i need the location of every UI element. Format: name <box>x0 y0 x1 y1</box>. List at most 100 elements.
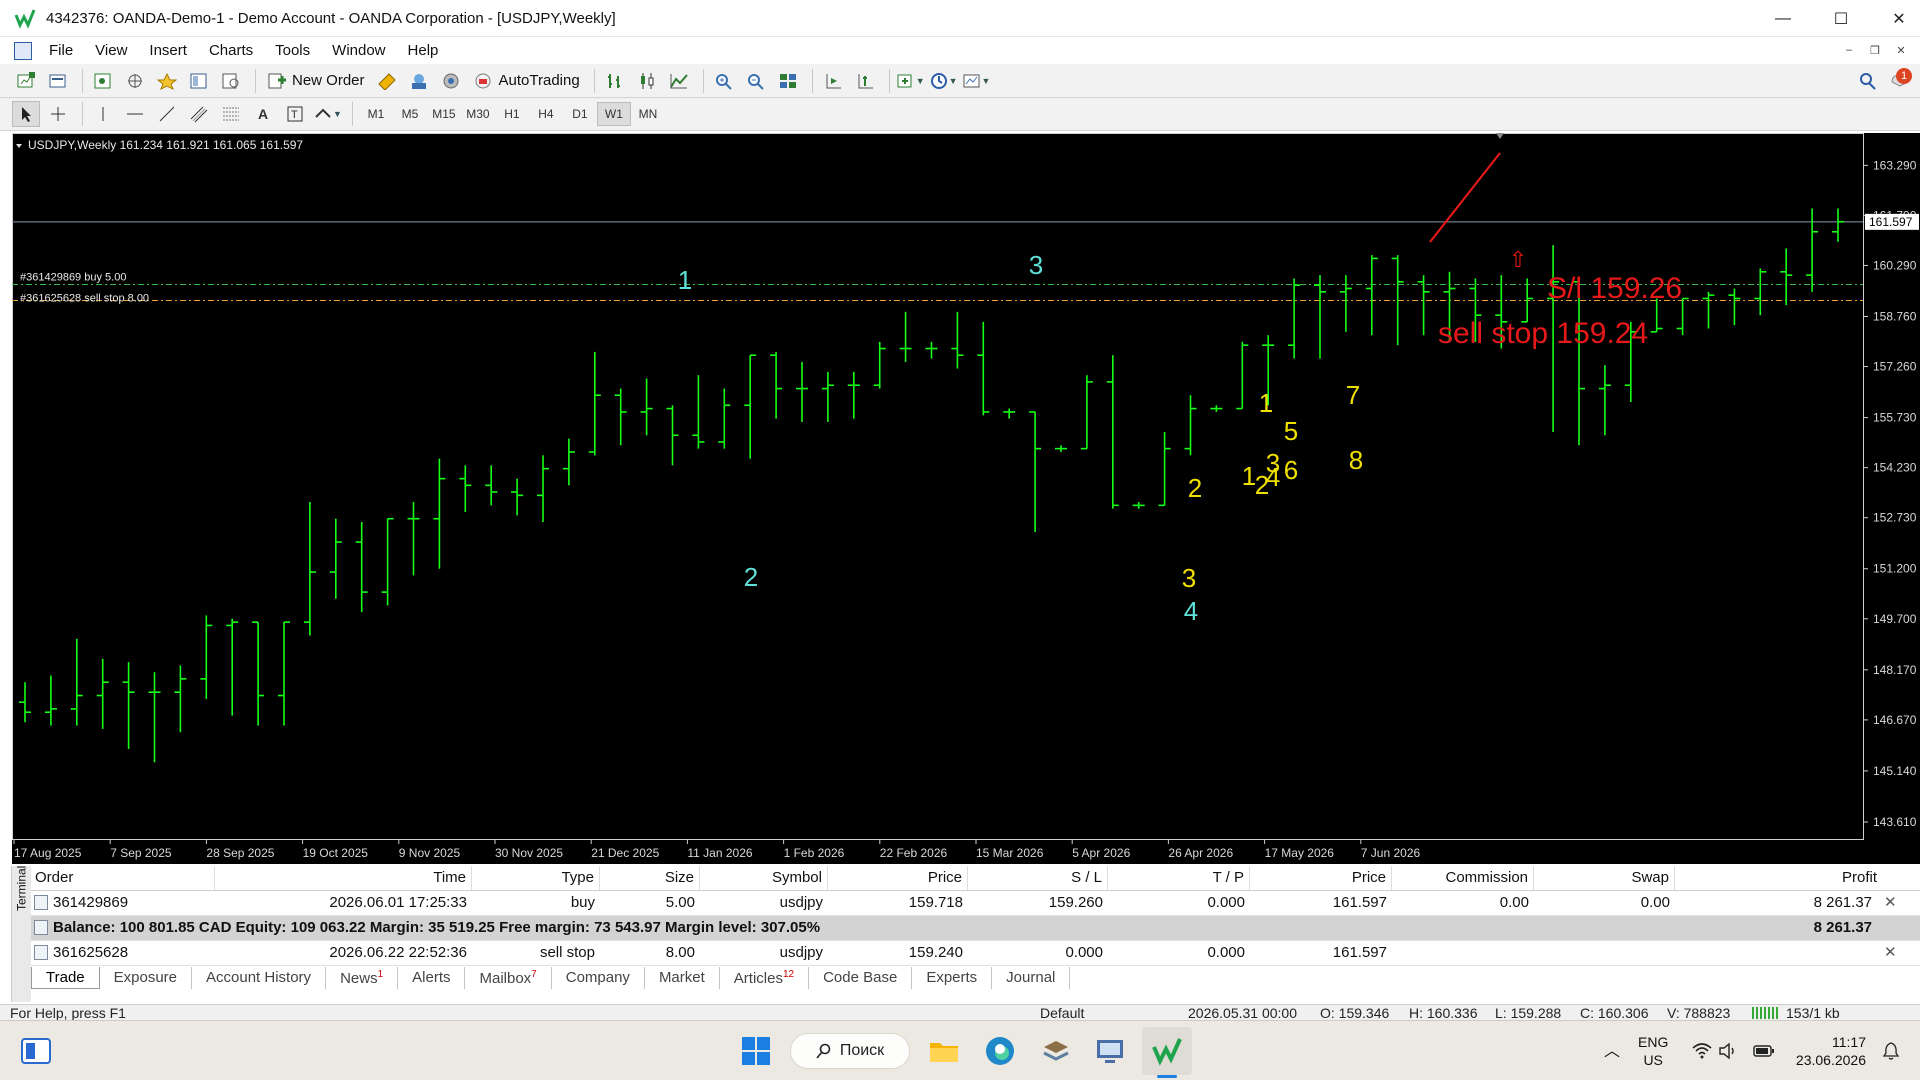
metatrader-taskbar-icon[interactable] <box>1151 1035 1183 1067</box>
mdi-minimize-button[interactable]: – <box>1838 41 1860 59</box>
remote-desktop-icon[interactable] <box>1094 1035 1126 1067</box>
candlestick-icon[interactable] <box>633 68 661 94</box>
new-order-button[interactable]: New Order <box>262 68 369 94</box>
strategy-tester-icon[interactable] <box>217 68 245 94</box>
crosshair-icon[interactable] <box>44 101 72 127</box>
indicators-button[interactable]: ▼ <box>896 68 925 94</box>
taskbar-search[interactable]: Поиск <box>790 1033 910 1069</box>
bar-chart-icon[interactable] <box>601 68 629 94</box>
col-current-price[interactable]: Price <box>1250 866 1392 890</box>
fibonacci-icon[interactable] <box>217 101 245 127</box>
profiles-button[interactable] <box>44 68 72 94</box>
menu-tools[interactable]: Tools <box>264 42 321 59</box>
menu-file[interactable]: File <box>38 42 84 59</box>
table-row[interactable]: 361625628 2026.06.22 22:52:36 sell stop … <box>31 941 1920 966</box>
tab-exposure[interactable]: Exposure <box>100 967 193 989</box>
notification-center-icon[interactable] <box>1882 1041 1900 1061</box>
start-icon[interactable] <box>740 1035 772 1067</box>
vertical-line-icon[interactable] <box>89 101 117 127</box>
volume-icon[interactable] <box>1718 1043 1738 1059</box>
timeframe-m5[interactable]: M5 <box>393 102 427 126</box>
market-watch-icon[interactable] <box>89 68 117 94</box>
battery-icon[interactable] <box>1753 1044 1775 1058</box>
close-order-icon[interactable]: ✕ <box>1884 891 1904 915</box>
market-icon[interactable] <box>437 68 465 94</box>
chart-window[interactable]: 163.290161.790160.290158.760157.260155.7… <box>12 133 1920 864</box>
col-order[interactable]: Order <box>31 866 215 890</box>
clock[interactable]: 11:17 23.06.2026 <box>1790 1033 1866 1069</box>
tab-journal[interactable]: Journal <box>992 967 1071 989</box>
timeframe-d1[interactable]: D1 <box>563 102 597 126</box>
col-sl[interactable]: S / L <box>968 866 1108 890</box>
timeframe-m30[interactable]: M30 <box>461 102 495 126</box>
delete-order-icon[interactable]: ✕ <box>1884 941 1904 965</box>
chart-shift-icon[interactable] <box>851 68 879 94</box>
col-swap[interactable]: Swap <box>1534 866 1675 890</box>
cursor-icon[interactable] <box>12 101 40 127</box>
chart-window-icon[interactable] <box>14 41 32 60</box>
col-price[interactable]: Price <box>828 866 968 890</box>
file-explorer-icon[interactable] <box>928 1035 960 1067</box>
tab-trade[interactable]: Trade <box>31 967 100 989</box>
menu-insert[interactable]: Insert <box>138 42 198 59</box>
data-window-icon[interactable] <box>121 68 149 94</box>
tab-experts[interactable]: Experts <box>912 967 993 989</box>
menu-help[interactable]: Help <box>397 42 450 59</box>
terminal-icon[interactable] <box>185 68 213 94</box>
search-icon[interactable] <box>1854 68 1882 94</box>
line-chart-icon[interactable] <box>665 68 693 94</box>
tab-articles[interactable]: Articles12 <box>720 967 810 989</box>
price-chart[interactable]: 163.290161.790160.290158.760157.260155.7… <box>12 133 1920 864</box>
tab-alerts[interactable]: Alerts <box>398 967 466 989</box>
zoom-out-icon[interactable] <box>742 68 770 94</box>
mdi-close-button[interactable]: ✕ <box>1890 41 1912 59</box>
widgets-icon[interactable] <box>20 1035 52 1067</box>
tab-news[interactable]: News1 <box>326 967 399 989</box>
periods-button[interactable]: ▼ <box>929 68 958 94</box>
tab-account-history[interactable]: Account History <box>192 967 327 989</box>
menu-view[interactable]: View <box>84 42 138 59</box>
timeframe-h1[interactable]: H1 <box>495 102 529 126</box>
status-profile[interactable]: Default <box>1040 1005 1084 1020</box>
col-size[interactable]: Size <box>600 866 700 890</box>
templates-button[interactable]: ▼ <box>962 68 990 94</box>
autoscroll-icon[interactable] <box>819 68 847 94</box>
equidistant-channel-icon[interactable] <box>185 101 213 127</box>
close-button[interactable]: ✕ <box>1870 0 1920 37</box>
tile-windows-icon[interactable] <box>774 68 802 94</box>
notifications-icon[interactable]: 1 <box>1886 67 1914 94</box>
table-row[interactable]: 361429869 2026.06.01 17:25:33 buy 5.00 u… <box>31 891 1920 916</box>
minimize-button[interactable]: — <box>1754 0 1812 37</box>
timeframe-m1[interactable]: M1 <box>359 102 393 126</box>
col-commission[interactable]: Commission <box>1392 866 1534 890</box>
app-stack-icon[interactable] <box>1040 1035 1072 1067</box>
tab-mailbox[interactable]: Mailbox7 <box>465 967 552 989</box>
col-tp[interactable]: T / P <box>1108 866 1250 890</box>
text-icon[interactable]: A <box>249 101 277 127</box>
mdi-restore-button[interactable]: ❐ <box>1864 41 1886 59</box>
signals-icon[interactable] <box>405 68 433 94</box>
tab-company[interactable]: Company <box>552 967 645 989</box>
timeframe-m15[interactable]: M15 <box>427 102 461 126</box>
timeframe-h4[interactable]: H4 <box>529 102 563 126</box>
col-symbol[interactable]: Symbol <box>700 866 828 890</box>
col-profit[interactable]: Profit <box>1675 866 1901 890</box>
edge-icon[interactable] <box>984 1035 1016 1067</box>
maximize-button[interactable]: ☐ <box>1812 0 1870 37</box>
wifi-icon[interactable] <box>1692 1043 1712 1059</box>
menu-charts[interactable]: Charts <box>198 42 264 59</box>
autotrading-button[interactable]: AutoTrading <box>469 68 584 94</box>
zoom-in-icon[interactable] <box>710 68 738 94</box>
tab-code-base[interactable]: Code Base <box>809 967 913 989</box>
col-time[interactable]: Time <box>215 866 472 890</box>
horizontal-line-icon[interactable] <box>121 101 149 127</box>
menu-window[interactable]: Window <box>321 42 396 59</box>
text-label-icon[interactable]: T <box>281 101 309 127</box>
arrows-icon[interactable]: ▼ <box>313 101 342 127</box>
new-chart-button[interactable] <box>12 68 40 94</box>
metaeditor-icon[interactable] <box>373 68 401 94</box>
tray-overflow-icon[interactable]: ︿ <box>1604 1043 1620 1061</box>
language-indicator[interactable]: ENG US <box>1638 1033 1668 1069</box>
col-type[interactable]: Type <box>472 866 600 890</box>
timeframe-w1[interactable]: W1 <box>596 102 631 126</box>
